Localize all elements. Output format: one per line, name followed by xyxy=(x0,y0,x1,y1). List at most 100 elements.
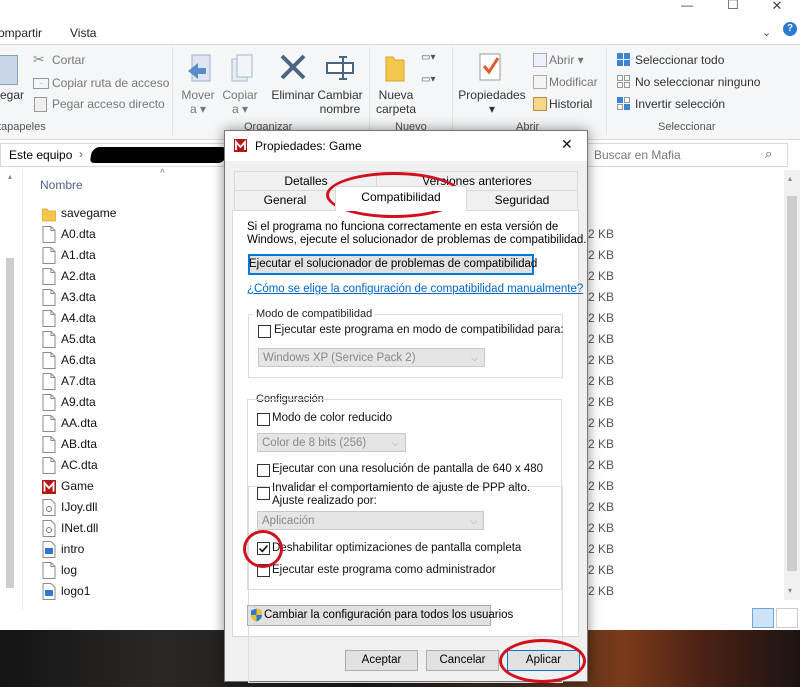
file-name: IJoy.dll xyxy=(61,500,98,514)
manual-settings-link[interactable]: ¿Cómo se elige la configuración de compa… xyxy=(247,283,583,295)
file-icon xyxy=(42,436,56,453)
color-depth-value: Color de 8 bits (256) xyxy=(262,437,367,449)
details-view-button[interactable] xyxy=(752,608,774,628)
maximize-button[interactable]: ☐ xyxy=(718,0,748,12)
file-icon xyxy=(42,268,56,285)
dpi-override-label-2: Ajuste realizado por: xyxy=(272,495,377,507)
help-icon[interactable]: ? xyxy=(783,22,797,36)
large-icons-view-button[interactable] xyxy=(776,608,798,628)
file-icon xyxy=(42,457,56,474)
select-all-button[interactable]: Seleccionar todo xyxy=(635,53,724,67)
open-icon xyxy=(533,53,547,67)
dpi-scaling-select[interactable]: Aplicación ⌵ xyxy=(257,511,484,530)
file-name: A3.dta xyxy=(61,290,96,304)
file-icon xyxy=(42,247,56,264)
tab-general[interactable]: General xyxy=(234,190,336,209)
file-icon xyxy=(42,394,56,411)
properties-icon xyxy=(478,52,504,82)
tab-compatibilidad[interactable]: Compatibilidad xyxy=(335,186,467,211)
dpi-override-checkbox[interactable] xyxy=(257,487,270,500)
cut-button[interactable]: Cortar xyxy=(52,53,85,67)
ok-button[interactable]: Aceptar xyxy=(345,650,418,671)
file-name: A7.dta xyxy=(61,374,96,388)
vertical-scrollbar[interactable]: ▴ ▾ xyxy=(784,170,800,600)
resolution-640-checkbox[interactable] xyxy=(257,464,270,477)
copy-to-label-2: a xyxy=(231,102,239,116)
rename-label: Cambiar xyxy=(317,88,363,102)
compat-mode-label: Ejecutar este programa en modo de compat… xyxy=(274,324,564,336)
collapse-ribbon-icon[interactable]: ⌄ xyxy=(762,26,771,39)
tab-compartir[interactable]: ompartir xyxy=(0,26,42,40)
os-version-select[interactable]: Windows XP (Service Pack 2) ⌵ xyxy=(258,348,485,367)
game-app-icon xyxy=(234,139,247,152)
search-input[interactable]: Buscar en Mafia xyxy=(594,148,681,162)
easy-access-icon[interactable]: ▭▾ xyxy=(421,74,443,88)
media-icon xyxy=(42,541,56,558)
file-size: 2 KB xyxy=(588,311,615,325)
breadcrumb-root[interactable]: Este equipo xyxy=(9,148,72,162)
run-as-admin-label: Ejecutar este programa como administrado… xyxy=(272,564,496,576)
os-version-value: Windows XP (Service Pack 2) xyxy=(263,352,416,364)
tab-vista[interactable]: Vista xyxy=(70,26,96,40)
copy-to-button[interactable]: Copiar a ▾ xyxy=(221,88,259,116)
run-troubleshooter-button[interactable]: Ejecutar el solucionador de problemas de… xyxy=(248,254,537,275)
new-folder-label: Nueva xyxy=(378,88,414,102)
change-all-users-label: Cambiar la configuración para todos los … xyxy=(264,609,514,621)
dialog-close-button[interactable]: ✕ xyxy=(561,136,573,153)
move-to-button[interactable]: Mover a ▾ xyxy=(180,88,216,116)
edit-button[interactable]: Modificar xyxy=(549,75,598,89)
rename-button[interactable]: Cambiar nombre xyxy=(316,88,364,116)
cancel-button[interactable]: Cancelar xyxy=(426,650,499,671)
select-none-button[interactable]: No seleccionar ninguno xyxy=(635,75,760,89)
new-folder-button[interactable]: Nueva carpeta xyxy=(374,88,418,116)
new-folder-icon xyxy=(384,53,406,83)
file-size: 2 KB xyxy=(588,227,615,241)
copy-path-icon: .. xyxy=(33,78,49,89)
exe-icon xyxy=(42,478,56,495)
file-size: 2 KB xyxy=(588,542,615,556)
color-depth-select[interactable]: Color de 8 bits (256) ⌵ xyxy=(257,433,406,452)
dialog-titlebar: Propiedades: Game ✕ xyxy=(225,131,587,161)
close-window-button[interactable]: ✕ xyxy=(762,0,792,13)
search-box[interactable]: Buscar en Mafia ⌕ xyxy=(586,143,788,167)
file-name: A5.dta xyxy=(61,332,96,346)
file-name: logo1 xyxy=(61,584,91,598)
dialog-title: Propiedades: Game xyxy=(255,139,362,153)
chevron-down-icon: ⌵ xyxy=(471,353,478,363)
dpi-scaling-value: Aplicación xyxy=(262,515,315,527)
change-all-users-button[interactable]: Cambiar la configuración para todos los … xyxy=(247,605,513,626)
invert-selection-button[interactable]: Invertir selección xyxy=(635,97,725,111)
group-label-clipboard: tapapeles xyxy=(0,121,46,133)
new-folder-label-2: carpeta xyxy=(375,102,417,116)
file-name: AC.dta xyxy=(61,458,98,472)
media-icon xyxy=(42,583,56,600)
file-size: 2 KB xyxy=(588,521,615,535)
paste-shortcut-button[interactable]: Pegar acceso directo xyxy=(52,97,165,111)
history-button[interactable]: Historial xyxy=(549,97,592,111)
nav-scrollbar[interactable]: ▴ xyxy=(4,170,16,600)
scrollbar-thumb[interactable] xyxy=(787,196,797,571)
open-button[interactable]: Abrir ▾ xyxy=(549,53,584,67)
paste-button[interactable]: egar xyxy=(0,88,24,102)
properties-button[interactable]: Propiedades ▾ xyxy=(458,88,526,116)
new-item-icon[interactable]: ▭▾ xyxy=(421,52,443,66)
file-name: log xyxy=(61,563,78,577)
file-name: INet.dll xyxy=(61,521,99,535)
delete-button[interactable]: Eliminar xyxy=(271,88,315,102)
minimize-button[interactable]: — xyxy=(672,0,702,12)
file-name: A6.dta xyxy=(61,353,96,367)
column-header-name[interactable]: Nombre xyxy=(40,178,83,192)
copy-path-button[interactable]: Copiar ruta de acceso xyxy=(52,76,169,90)
folder-icon xyxy=(41,205,57,222)
search-icon[interactable]: ⌕ xyxy=(765,146,772,162)
reduced-color-checkbox[interactable] xyxy=(257,413,270,426)
intro-text-line-1: Si el programa no funciona correctamente… xyxy=(247,221,559,233)
file-name: A9.dta xyxy=(61,395,96,409)
file-size: 2 KB xyxy=(588,374,615,388)
file-icon xyxy=(42,289,56,306)
file-name: AB.dta xyxy=(61,437,98,451)
compat-mode-checkbox[interactable] xyxy=(258,325,271,338)
resolution-640-label: Ejecutar con una resolución de pantalla … xyxy=(272,463,544,475)
tab-seguridad[interactable]: Seguridad xyxy=(466,190,578,209)
copy-to-icon xyxy=(228,53,254,85)
